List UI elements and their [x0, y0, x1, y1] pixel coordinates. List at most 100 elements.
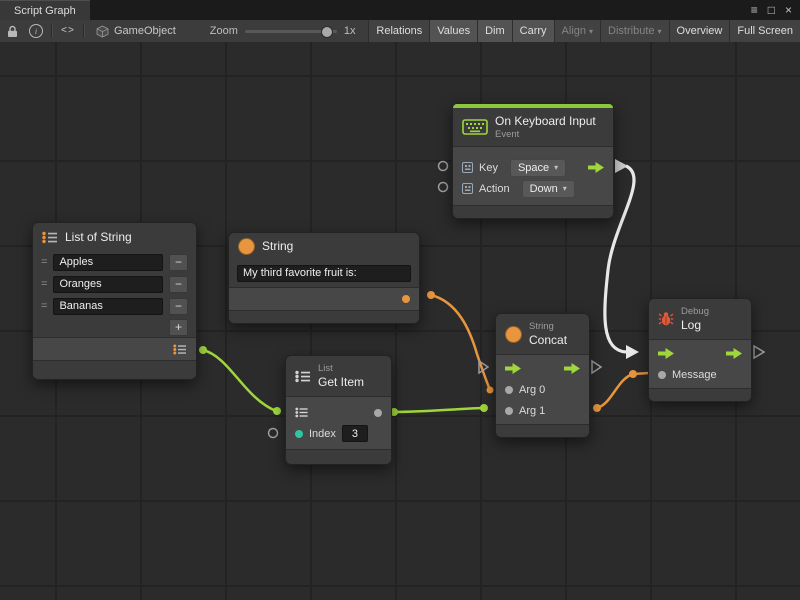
node-header[interactable]: Debug Log — [649, 299, 751, 339]
node-get-item[interactable]: List Get Item Index — [285, 355, 392, 465]
button-label: Relations — [376, 25, 422, 37]
list-output-port[interactable] — [173, 344, 187, 355]
carry-button[interactable]: Carry — [512, 20, 554, 42]
item-output-port[interactable] — [374, 409, 382, 417]
node-header[interactable]: List of String — [33, 223, 196, 251]
node-footer — [286, 450, 391, 464]
action-label: Action — [479, 183, 510, 195]
drag-handle-icon[interactable]: = — [41, 278, 47, 290]
string-value-input[interactable] — [237, 265, 411, 282]
remove-item-button-2[interactable]: − — [169, 298, 188, 315]
flow-arrow-icon — [658, 348, 674, 359]
key-dropdown[interactable]: Space ▾ — [510, 159, 566, 177]
message-input-port[interactable] — [658, 371, 666, 379]
node-body: Arg 0 Arg 1 — [496, 354, 589, 425]
node-footer — [33, 361, 196, 379]
relations-button[interactable]: Relations — [368, 20, 429, 42]
flow-input-port[interactable] — [505, 363, 521, 374]
arg0-label: Arg 0 — [519, 384, 545, 396]
flow-arrow-icon — [726, 348, 742, 359]
lock-icon — [7, 25, 18, 38]
index-input-port[interactable] — [295, 430, 303, 438]
gameobject-target-button[interactable]: GameObject — [88, 20, 184, 42]
drag-handle-icon[interactable]: = — [41, 256, 47, 268]
node-debug-log[interactable]: Debug Log Message — [648, 298, 752, 402]
flow-input-port[interactable] — [658, 348, 674, 359]
lock-button[interactable] — [0, 20, 24, 42]
info-icon: i — [29, 24, 43, 38]
node-body: Index — [286, 396, 391, 450]
code-view-button[interactable]: <> — [56, 20, 80, 42]
flow-output-port[interactable] — [588, 162, 604, 173]
button-label: Dim — [485, 25, 505, 37]
close-icon[interactable]: × — [785, 4, 792, 16]
maximize-icon[interactable]: □ — [768, 4, 775, 16]
list-item-input-0[interactable] — [53, 254, 163, 271]
node-body: Key Space ▾ Action — [453, 146, 613, 206]
button-label: Overview — [677, 25, 723, 37]
toolbar-separator — [51, 24, 53, 38]
button-label: Full Screen — [737, 25, 793, 37]
node-on-keyboard-input[interactable]: On Keyboard Input Event Key Space ▾ — [452, 103, 614, 219]
list-item-input-2[interactable] — [53, 298, 163, 315]
flow-output-port[interactable] — [564, 363, 580, 374]
arg1-input-port[interactable] — [505, 407, 513, 415]
arg0-input-row: Arg 0 — [496, 379, 589, 400]
node-subtitle: Event — [495, 129, 596, 140]
dropdown-value: Space — [518, 162, 549, 174]
values-button[interactable]: Values — [429, 20, 477, 42]
list-input-port[interactable] — [295, 407, 308, 418]
toolbar-separator — [83, 24, 85, 38]
fullscreen-button[interactable]: Full Screen — [729, 20, 800, 42]
node-header[interactable]: On Keyboard Input Event — [453, 108, 613, 146]
node-category: List — [318, 363, 364, 374]
keyboard-icon — [462, 119, 488, 135]
keycode-type-icon — [462, 183, 473, 194]
arg0-input-port[interactable] — [505, 386, 513, 394]
tab-script-graph[interactable]: Script Graph — [0, 0, 90, 20]
add-item-button[interactable]: + — [169, 319, 188, 336]
list-item-row: = − — [33, 295, 196, 317]
arg1-input-row: Arg 1 — [496, 400, 589, 421]
minus-icon: − — [175, 300, 182, 312]
overview-button[interactable]: Overview — [669, 20, 730, 42]
node-title: Log — [681, 318, 709, 332]
list-icon — [295, 407, 308, 418]
node-header[interactable]: List Get Item — [286, 356, 391, 396]
flow-output-port[interactable] — [726, 348, 742, 359]
action-dropdown[interactable]: Down ▾ — [522, 180, 575, 198]
index-label: Index — [309, 428, 336, 440]
index-input[interactable] — [342, 425, 368, 442]
button-label: Align — [562, 25, 586, 37]
list-icon — [173, 344, 187, 355]
add-item-row: + — [33, 317, 196, 337]
node-string-concat[interactable]: String Concat Arg 0 — [495, 313, 590, 438]
button-label: Distribute — [608, 25, 654, 37]
drag-handle-icon[interactable]: = — [41, 300, 47, 312]
zoom-slider[interactable] — [245, 25, 337, 37]
align-button: Align ▾ — [554, 20, 600, 42]
remove-item-button-1[interactable]: − — [169, 276, 188, 293]
node-header[interactable]: String — [229, 233, 419, 259]
remove-item-button-0[interactable]: − — [169, 254, 188, 271]
node-string-literal[interactable]: String — [228, 232, 420, 324]
node-footer — [649, 389, 751, 401]
dim-button[interactable]: Dim — [477, 20, 512, 42]
string-output-port[interactable] — [402, 295, 410, 303]
zoom-label: Zoom — [210, 25, 238, 37]
tab-bar: Script Graph ≡ □ × — [0, 0, 800, 20]
node-header[interactable]: String Concat — [496, 314, 589, 354]
node-list-of-string[interactable]: List of String = − = − = − — [32, 222, 197, 380]
key-label: Key — [479, 162, 498, 174]
graph-toolbar: i <> GameObject Zoom 1x Relations — [0, 20, 800, 43]
button-label: Carry — [520, 25, 547, 37]
minus-icon: − — [175, 256, 182, 268]
zoom-slider-knob[interactable] — [321, 26, 333, 38]
node-footer — [453, 206, 613, 218]
code-icon: <> — [61, 26, 75, 37]
list-item-row: = − — [33, 273, 196, 295]
menu-icon[interactable]: ≡ — [751, 4, 758, 16]
list-item-input-1[interactable] — [53, 276, 163, 293]
string-type-icon — [238, 238, 255, 255]
info-button[interactable]: i — [24, 20, 48, 42]
